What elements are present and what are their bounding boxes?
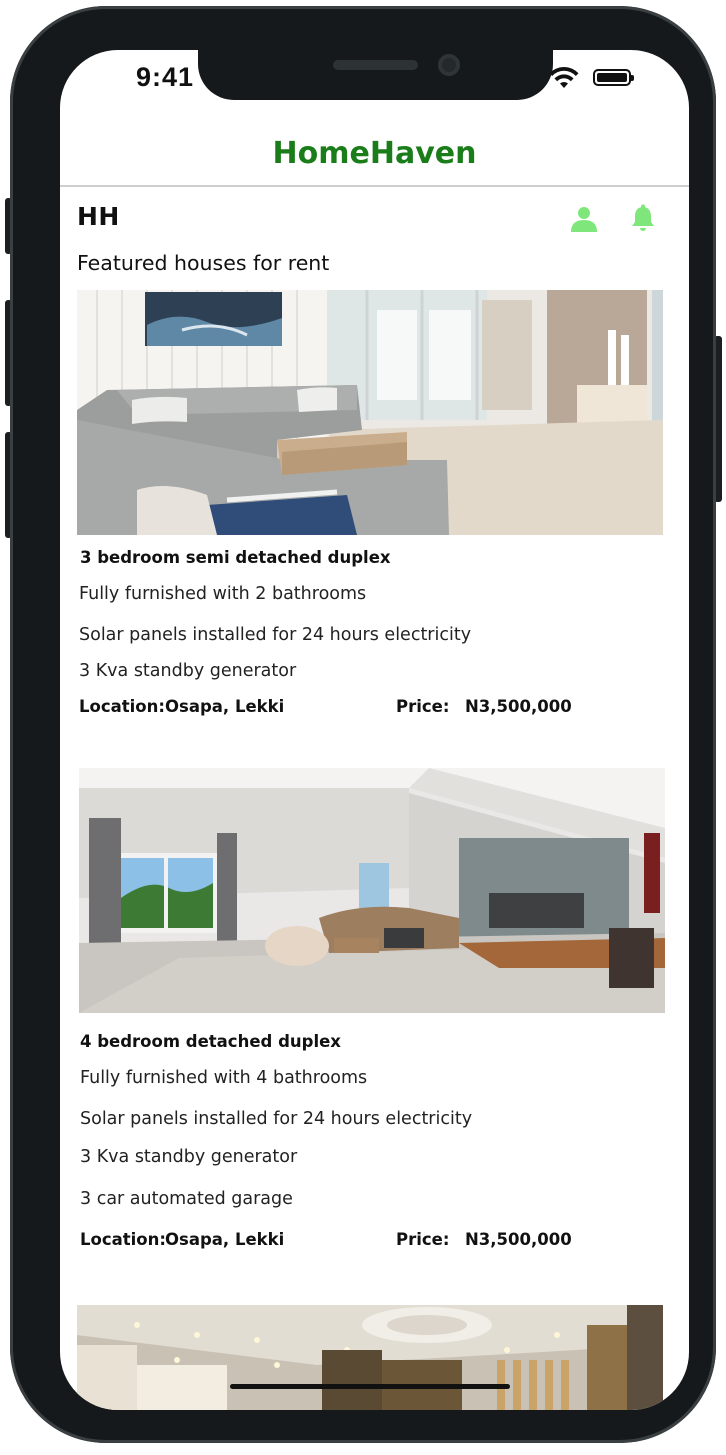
location-value: Osapa, Lekki (165, 1230, 285, 1249)
listing-photo[interactable] (77, 290, 663, 535)
listing-feature: 3 car automated garage (80, 1189, 293, 1209)
price-value: N3,500,000 (465, 697, 572, 716)
location-label: Location: (80, 1230, 166, 1249)
bell-icon[interactable] (631, 204, 655, 232)
home-indicator[interactable] (230, 1384, 510, 1389)
app-title: HomeHaven (272, 136, 477, 171)
listing-feature: Solar panels installed for 24 hours elec… (80, 1109, 473, 1129)
battery-icon (593, 69, 634, 86)
interior-photo (77, 1305, 663, 1410)
wifi-icon (549, 66, 579, 88)
price-value: N3,500,000 (465, 1230, 572, 1249)
listing-card[interactable]: 3 bedroom semi detached duplex Fully fur… (77, 290, 663, 730)
listing-feature: Solar panels installed for 24 hours elec… (79, 625, 472, 645)
brand-logo-text: HH (77, 202, 120, 231)
price-label: Price: (396, 697, 450, 716)
section-title: Featured houses for rent (77, 251, 330, 275)
price-label: Price: (396, 1230, 450, 1249)
location-label: Location: (79, 697, 165, 716)
listing-feature: Fully furnished with 2 bathrooms (79, 584, 367, 604)
header-divider (60, 185, 689, 187)
status-time: 9:41 (136, 62, 195, 92)
listing-feature: 3 Kva standby generator (79, 661, 297, 681)
user-icon[interactable] (570, 206, 598, 232)
open-plan-room-photo (79, 768, 665, 1013)
listing-photo[interactable] (77, 1305, 663, 1410)
listing-card[interactable] (77, 1305, 663, 1410)
location-value: Osapa, Lekki (165, 697, 285, 716)
listing-feature: 3 Kva standby generator (80, 1147, 298, 1167)
listing-title[interactable]: 4 bedroom detached duplex (80, 1032, 341, 1051)
screen: 9:41 HomeHaven HH Featured houses for re… (60, 50, 689, 1410)
speaker-grille (333, 60, 418, 70)
living-room-photo (77, 290, 663, 535)
notch (198, 50, 553, 100)
phone-frame: 9:41 HomeHaven HH Featured houses for re… (10, 6, 716, 1443)
listing-photo[interactable] (79, 768, 665, 1013)
camera-icon (438, 54, 460, 76)
listing-feature: Fully furnished with 4 bathrooms (80, 1068, 368, 1088)
listing-card[interactable]: 4 bedroom detached duplex Fully furnishe… (79, 768, 665, 1268)
listing-title[interactable]: 3 bedroom semi detached duplex (80, 548, 391, 567)
